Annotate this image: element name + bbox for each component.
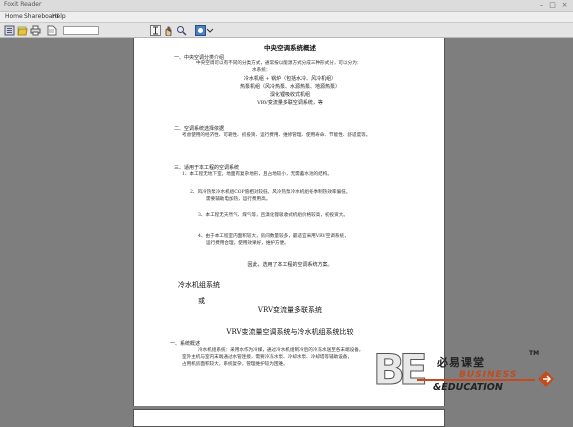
paragraph: 冷水机组系统：采用水作为冷媒，通过冷水机组制冷后的冷冻水送至各末端设备， [198,348,364,353]
paragraph: 室外主机与室内末端通过水管连接，需要冷冻水泵、冷却水泵、冷却塔等辅助设备， [182,355,352,360]
heading-vrv: VRV变流量多联系统 [257,306,323,314]
title-bar: Foxit Reader – □ × [0,0,573,12]
toolbar [0,23,573,38]
document-icon[interactable] [46,25,57,36]
conclusion: 因此，选用了本工程的空调系统方案。 [247,262,333,268]
snapshot-icon[interactable] [195,25,206,36]
document-title: 中央空调系统概述 [264,44,316,52]
logo-arrow-icon [538,371,554,387]
logo-letters: BE [373,345,429,394]
next-page [133,409,445,427]
paragraph: 1、本工程无地下室，地面有复杂地形，且占地较小，无需蓄水池的结构。 [182,172,332,177]
section-heading: 一、系统概述 [170,341,201,347]
heading-compare: VRV变流量空调系统与冷水机组系统比较 [226,328,354,336]
paragraph: 2、风冷热泵冷水机组COP值相对较低，风冷热泵冷水机组冬季制热效率偏低， [190,190,351,195]
zoom-icon[interactable] [176,25,187,36]
brand-logo: BE 必易课堂 TM BUSINESS &EDUCATION [373,345,561,398]
logo-chinese: 必易课堂 [437,356,485,369]
paragraph: 运行费用合理，使用效果好，维护方便。 [206,241,289,246]
search-input[interactable] [63,26,99,35]
menu-help[interactable]: Help [52,13,66,20]
paragraph: 需要辅助电加热，运行费用高。 [206,197,271,202]
paragraph: 4、由于本工程室内面积较大，房间数量较多，最适宜采用VRV空调系统， [198,234,349,239]
minimize-icon[interactable]: – [538,2,545,9]
hand-tool-icon[interactable] [163,25,174,36]
menu-home[interactable]: Home [5,13,23,20]
chevron-down-icon[interactable] [206,25,214,36]
paragraph: 水系统： [252,68,271,73]
heading-cold-water: 冷水机组系统 [178,281,220,289]
list-item: 溴化锂吸收式机组 [269,92,310,98]
window-title: Foxit Reader [4,1,42,8]
menu-bar: Home Shareboard Help [0,12,573,23]
print-icon[interactable] [30,25,41,36]
open-file-icon[interactable] [17,25,28,36]
logo-rule [417,379,535,381]
list-item: VRV变流量多联空调系统，等 [257,100,323,106]
paragraph: 占用机房面积较大，系统复杂，管理维护较为困难。 [182,362,288,367]
paragraph: 中央空调可以有不同的分类方式，通常按以能源方式分成三种形式分，可以分为： [196,61,362,66]
app-menu-icon[interactable] [4,25,15,36]
section-heading: 三、适用于本工程的空调系统 [174,165,240,171]
maximize-icon[interactable]: □ [549,2,556,9]
logo-education: &EDUCATION [433,382,503,393]
logo-trademark: TM [529,350,540,357]
section-heading: 二、空调系统选择依据 [174,126,225,132]
paragraph: 考虑使用的经济性、可靠性、初投资、运行费用、维修管理、使用寿命、节能性、舒适度等… [182,133,371,138]
list-item: 热泵机组（风冷热泵、水源热泵、地源热泵） [239,84,340,90]
close-icon[interactable]: × [561,2,568,9]
select-text-icon[interactable] [150,25,161,36]
paragraph: 3、本工程无天然气、煤气等，且溴化锂吸收式机组价格较高，初投资大。 [198,213,348,218]
left-gutter [0,39,133,427]
list-item: 冷水机组 + 锅炉（包括水冷、风冷机组） [243,76,337,82]
